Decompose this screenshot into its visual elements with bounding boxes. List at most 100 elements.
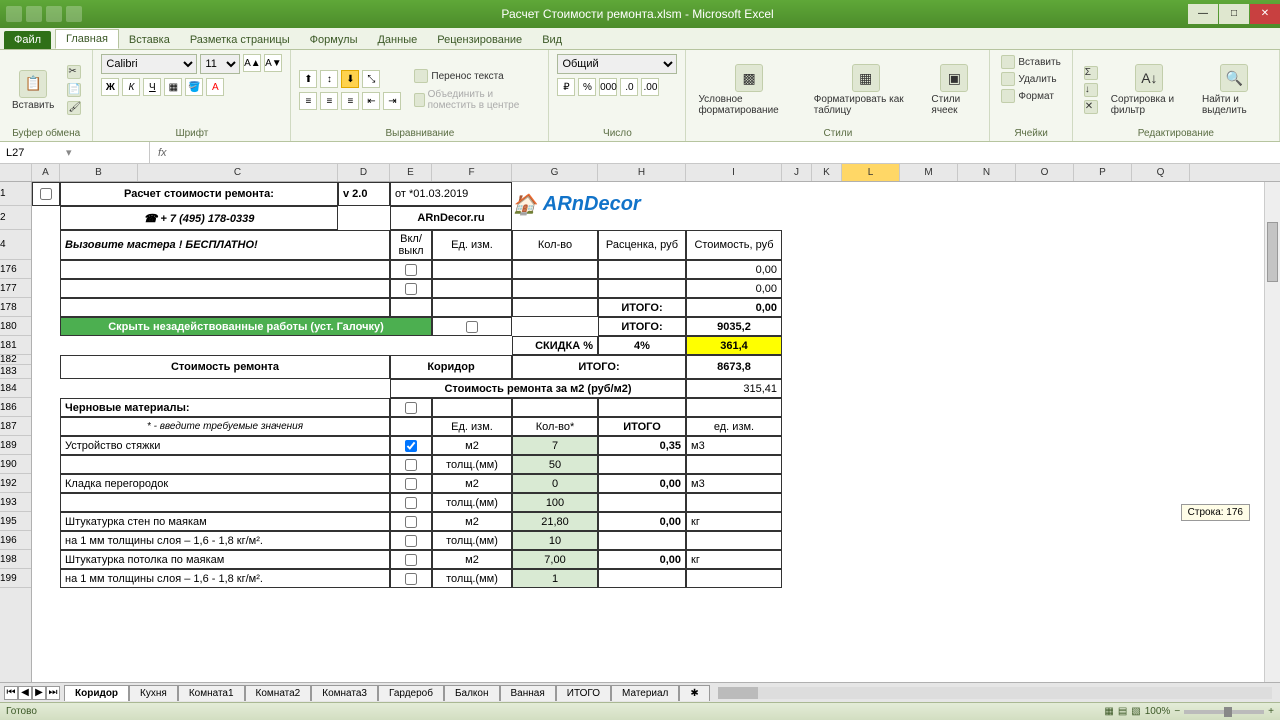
row-header-189[interactable]: 189: [0, 436, 31, 455]
name-box[interactable]: [6, 147, 66, 159]
sheet-tab-2[interactable]: Комната1: [178, 685, 245, 701]
cell-E189[interactable]: [390, 436, 432, 455]
cell-E186[interactable]: [390, 398, 432, 417]
col-header-G[interactable]: G: [512, 164, 598, 181]
row-headers[interactable]: 1241761771781801811821831841861871891901…: [0, 182, 32, 682]
row-header-177[interactable]: 177: [0, 279, 31, 298]
cell-E192[interactable]: [390, 474, 432, 493]
row-header-199[interactable]: 199: [0, 569, 31, 588]
maximize-button[interactable]: □: [1219, 4, 1249, 24]
redo-icon[interactable]: [66, 6, 82, 22]
tab-home[interactable]: Главная: [55, 29, 119, 49]
row-header-182[interactable]: 182: [0, 355, 31, 365]
row-header-178[interactable]: 178: [0, 298, 31, 317]
col-header-M[interactable]: M: [900, 164, 958, 181]
indent-inc-icon[interactable]: ⇥: [383, 92, 401, 110]
wrap-text-button[interactable]: Перенос текста: [411, 68, 540, 84]
row-header-195[interactable]: 195: [0, 512, 31, 531]
col-header-I[interactable]: I: [686, 164, 782, 181]
formula-input[interactable]: [175, 142, 1280, 163]
col-header-F[interactable]: F: [432, 164, 512, 181]
col-header-D[interactable]: D: [338, 164, 390, 181]
delete-cells-button[interactable]: Удалить: [998, 71, 1059, 87]
view-normal-icon[interactable]: ▦: [1104, 706, 1113, 717]
row-header-1[interactable]: 1: [0, 182, 31, 206]
align-center-icon[interactable]: ≡: [320, 92, 338, 110]
sort-filter-button[interactable]: A↓Сортировка и фильтр: [1107, 62, 1192, 118]
tab-insert[interactable]: Вставка: [119, 31, 180, 49]
tab-formulas[interactable]: Формулы: [300, 31, 368, 49]
cell-E198[interactable]: [390, 550, 432, 569]
cell-E199[interactable]: [390, 569, 432, 588]
format-table-button[interactable]: ▦Форматировать как таблицу: [810, 62, 922, 118]
col-header-N[interactable]: N: [958, 164, 1016, 181]
italic-button[interactable]: К: [122, 78, 140, 96]
sheet-tab-9[interactable]: Материал: [611, 685, 679, 701]
find-select-button[interactable]: 🔍Найти и выделить: [1198, 62, 1271, 118]
currency-icon[interactable]: ₽: [557, 78, 575, 96]
col-header-Q[interactable]: Q: [1132, 164, 1190, 181]
sheet-tab-7[interactable]: Ванная: [500, 685, 556, 701]
row-header-4[interactable]: 4: [0, 230, 31, 260]
comma-icon[interactable]: 000: [599, 78, 617, 96]
indent-dec-icon[interactable]: ⇤: [362, 92, 380, 110]
view-break-icon[interactable]: ▧: [1131, 706, 1140, 717]
cell-styles-button[interactable]: ▣Стили ячеек: [927, 62, 981, 118]
row-header-184[interactable]: 184: [0, 379, 31, 398]
undo-icon[interactable]: [46, 6, 62, 22]
cell-E196[interactable]: [390, 531, 432, 550]
row-header-192[interactable]: 192: [0, 474, 31, 493]
row-header-196[interactable]: 196: [0, 531, 31, 550]
row-header-181[interactable]: 181: [0, 336, 31, 355]
col-header-P[interactable]: P: [1074, 164, 1132, 181]
orient-icon[interactable]: ⤡: [362, 70, 380, 88]
file-tab[interactable]: Файл: [4, 31, 51, 49]
column-headers[interactable]: ABCDEFGHIJKLMNOPQ: [0, 164, 1280, 182]
copy-button[interactable]: 📄: [64, 82, 84, 98]
zoom-slider[interactable]: [1184, 710, 1264, 714]
row-header-198[interactable]: 198: [0, 550, 31, 569]
align-left-icon[interactable]: ≡: [299, 92, 317, 110]
tab-review[interactable]: Рецензирование: [427, 31, 532, 49]
font-size-select[interactable]: 11: [200, 54, 240, 74]
toggle-176[interactable]: [390, 260, 432, 279]
col-header-B[interactable]: B: [60, 164, 138, 181]
row-header-183[interactable]: 183: [0, 365, 31, 379]
bold-button[interactable]: Ж: [101, 78, 119, 96]
minimize-button[interactable]: —: [1188, 4, 1218, 24]
cell-E190[interactable]: [390, 455, 432, 474]
sheet-tab-0[interactable]: Коридор: [64, 685, 129, 701]
vertical-scrollbar[interactable]: [1264, 182, 1280, 682]
zoom-out-button[interactable]: −: [1174, 706, 1180, 717]
hide-unused-checkbox[interactable]: [432, 317, 512, 336]
sheet-tab-4[interactable]: Комната3: [311, 685, 378, 701]
align-top-icon[interactable]: ⬆: [299, 70, 317, 88]
new-sheet-button[interactable]: ✱: [679, 685, 709, 701]
row-header-176[interactable]: 176: [0, 260, 31, 279]
cell-E193[interactable]: [390, 493, 432, 512]
fx-icon[interactable]: fx: [150, 147, 175, 159]
sheet-nav-first[interactable]: ⏮: [4, 686, 18, 700]
dec-dec-icon[interactable]: .00: [641, 78, 659, 96]
sheet-nav-prev[interactable]: ◀: [18, 686, 32, 700]
sheet-nav-last[interactable]: ⏭: [46, 686, 60, 700]
insert-cells-button[interactable]: Вставить: [998, 54, 1063, 70]
row-header-2[interactable]: 2: [0, 206, 31, 230]
col-header-H[interactable]: H: [598, 164, 686, 181]
toggle-177[interactable]: [390, 279, 432, 298]
row-header-193[interactable]: 193: [0, 493, 31, 512]
sheet-tab-8[interactable]: ИТОГО: [556, 685, 611, 701]
col-header-C[interactable]: C: [138, 164, 338, 181]
merge-button[interactable]: Объединить и поместить в центре: [411, 88, 540, 112]
save-icon[interactable]: [26, 6, 42, 22]
view-layout-icon[interactable]: ▤: [1118, 706, 1127, 717]
sheet-tab-1[interactable]: Кухня: [129, 685, 178, 701]
tab-view[interactable]: Вид: [532, 31, 572, 49]
zoom-level[interactable]: 100%: [1145, 706, 1171, 717]
shrink-font-icon[interactable]: A▼: [264, 54, 282, 72]
inc-dec-icon[interactable]: .0: [620, 78, 638, 96]
close-button[interactable]: ✕: [1250, 4, 1280, 24]
fill-color-button[interactable]: 🪣: [185, 78, 203, 96]
percent-icon[interactable]: %: [578, 78, 596, 96]
cond-format-button[interactable]: ▩Условное форматирование: [694, 62, 803, 118]
